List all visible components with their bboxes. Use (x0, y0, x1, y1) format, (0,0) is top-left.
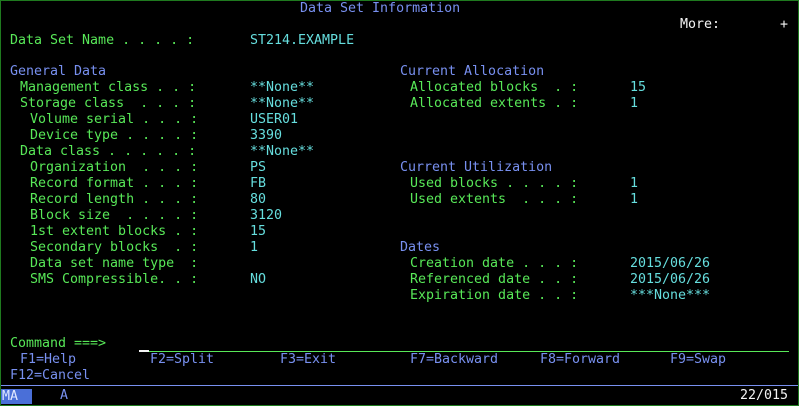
f7-backward-key[interactable]: F7=Backward (410, 352, 498, 368)
f8-forward-key[interactable]: F8=Forward (540, 352, 620, 368)
status-separator (1, 385, 798, 386)
f2-split-key[interactable]: F2=Split (150, 352, 214, 368)
creation-date-label: Creation date . . . : (410, 256, 579, 271)
volume-serial-value: USER01 (250, 112, 299, 127)
current-allocation-heading: Current Allocation (400, 64, 545, 79)
secondary-blocks-label: Secondary blocks . : (30, 240, 199, 255)
f1-help-key[interactable]: F1=Help (20, 352, 76, 368)
status-line: MA A 22/015 (1, 387, 798, 405)
storage-class-value: **None** (250, 96, 315, 111)
general-data-heading: General Data (10, 64, 107, 79)
storage-class-label: Storage class . . . : (20, 96, 197, 111)
more-label: More: (680, 17, 721, 32)
block-size-value: 3120 (250, 208, 283, 223)
management-class-value: **None** (250, 80, 315, 95)
sms-compressible-value: NO (250, 272, 267, 287)
record-format-label: Record format . . . : (30, 176, 199, 191)
organization-value: PS (250, 160, 267, 175)
allocated-extents-label: Allocated extents . : (410, 96, 579, 111)
expiration-date-value: ***None*** (630, 288, 711, 303)
f9-swap-key[interactable]: F9=Swap (670, 352, 726, 368)
record-length-value: 80 (250, 192, 267, 207)
dates-heading: Dates (400, 240, 441, 255)
f12-cancel-key[interactable]: F12=Cancel (10, 368, 90, 384)
creation-date-value: 2015/06/26 (630, 256, 711, 271)
used-blocks-label: Used blocks . . . . : (410, 176, 579, 191)
allocated-extents-value: 1 (630, 96, 639, 111)
allocated-blocks-value: 15 (630, 80, 647, 95)
cursor-position: 22/015 (740, 388, 789, 403)
secondary-blocks-value: 1 (250, 240, 259, 255)
record-format-value: FB (250, 176, 267, 191)
record-length-label: Record length . . . : (30, 192, 199, 207)
device-type-label: Device type . . . . : (30, 128, 199, 143)
dataset-name-label: Data Set Name . . . . : (10, 33, 195, 48)
mode-indicator: MA (1, 389, 32, 404)
command-label: Command ===> (10, 336, 107, 351)
first-extent-blocks-value: 15 (250, 224, 267, 239)
data-class-value: **None** (250, 144, 315, 159)
first-extent-blocks-label: 1st extent blocks . : (30, 224, 199, 239)
sms-compressible-label: SMS Compressible. . : (30, 272, 199, 287)
current-utilization-heading: Current Utilization (400, 160, 553, 175)
volume-serial-label: Volume serial . . . : (30, 112, 199, 127)
referenced-date-value: 2015/06/26 (630, 272, 711, 287)
used-blocks-value: 1 (630, 176, 639, 191)
more-indicator[interactable]: + (780, 17, 788, 33)
data-set-name-type-label: Data set name type : (30, 256, 199, 271)
text-cursor (139, 350, 149, 352)
terminal-screen: Data Set Information More: + Data Set Na… (0, 0, 799, 406)
used-extents-label: Used extents . . . : (410, 192, 579, 207)
session-indicator: A (60, 388, 69, 403)
device-type-value: 3390 (250, 128, 283, 143)
expiration-date-label: Expiration date . . : (410, 288, 579, 303)
block-size-label: Block size . . . . : (30, 208, 199, 223)
data-class-label: Data class . . . . . : (20, 144, 197, 159)
allocated-blocks-label: Allocated blocks . : (410, 80, 579, 95)
f3-exit-key[interactable]: F3=Exit (280, 352, 336, 368)
organization-label: Organization . . . : (30, 160, 199, 175)
panel-title: Data Set Information (300, 1, 461, 16)
referenced-date-label: Referenced date . . : (410, 272, 579, 287)
management-class-label: Management class . . : (20, 80, 197, 95)
dataset-name-value: ST214.EXAMPLE (250, 33, 355, 48)
used-extents-value: 1 (630, 192, 639, 207)
command-input[interactable] (150, 336, 780, 352)
